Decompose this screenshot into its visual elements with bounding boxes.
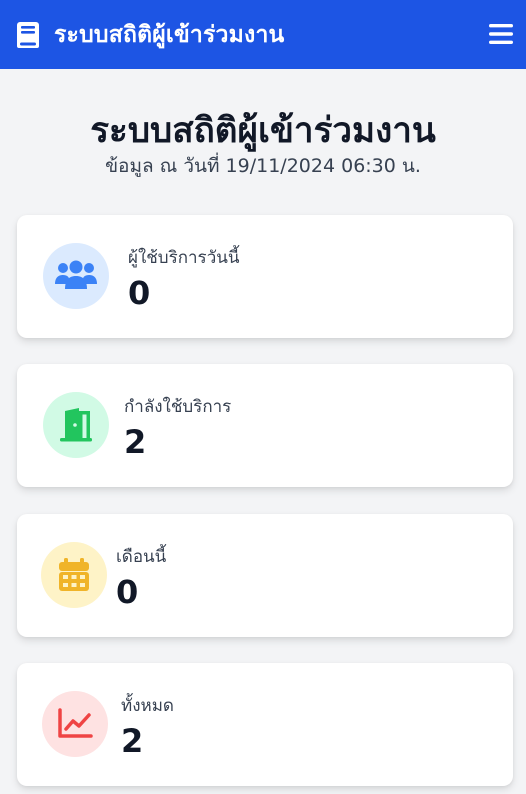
door-open-icon (43, 392, 109, 458)
book-icon (16, 21, 40, 49)
stat-card-in-use: กำลังใช้บริการ 2 (17, 364, 513, 487)
stat-label: ผู้ใช้บริการวันนี้ (128, 248, 240, 268)
app-title[interactable]: ระบบสถิติผู้เข้าร่วมงาน (54, 17, 284, 53)
stat-card-today: ผู้ใช้บริการวันนี้ 0 (17, 215, 513, 338)
stat-card-total: ทั้งหมด 2 (17, 663, 513, 786)
stat-label: ทั้งหมด (121, 696, 174, 716)
stat-label: เดือนนี้ (116, 547, 167, 567)
top-navbar: ระบบสถิติผู้เข้าร่วมงาน (0, 0, 526, 69)
page-subtitle: ข้อมูล ณ วันที่ 19/11/2024 06:30 น. (105, 155, 421, 177)
hamburger-menu-icon[interactable] (489, 22, 513, 46)
page-title: ระบบสถิติผู้เข้าร่วมงาน (90, 111, 436, 151)
stat-value: 0 (128, 274, 151, 312)
users-icon (43, 243, 109, 309)
stat-card-month: เดือนนี้ 0 (17, 514, 513, 637)
calendar-icon (41, 542, 107, 608)
stat-value: 2 (124, 423, 147, 461)
stat-value: 2 (121, 722, 144, 760)
chart-line-icon (42, 691, 108, 757)
stat-label: กำลังใช้บริการ (124, 397, 232, 417)
stat-value: 0 (116, 573, 139, 611)
